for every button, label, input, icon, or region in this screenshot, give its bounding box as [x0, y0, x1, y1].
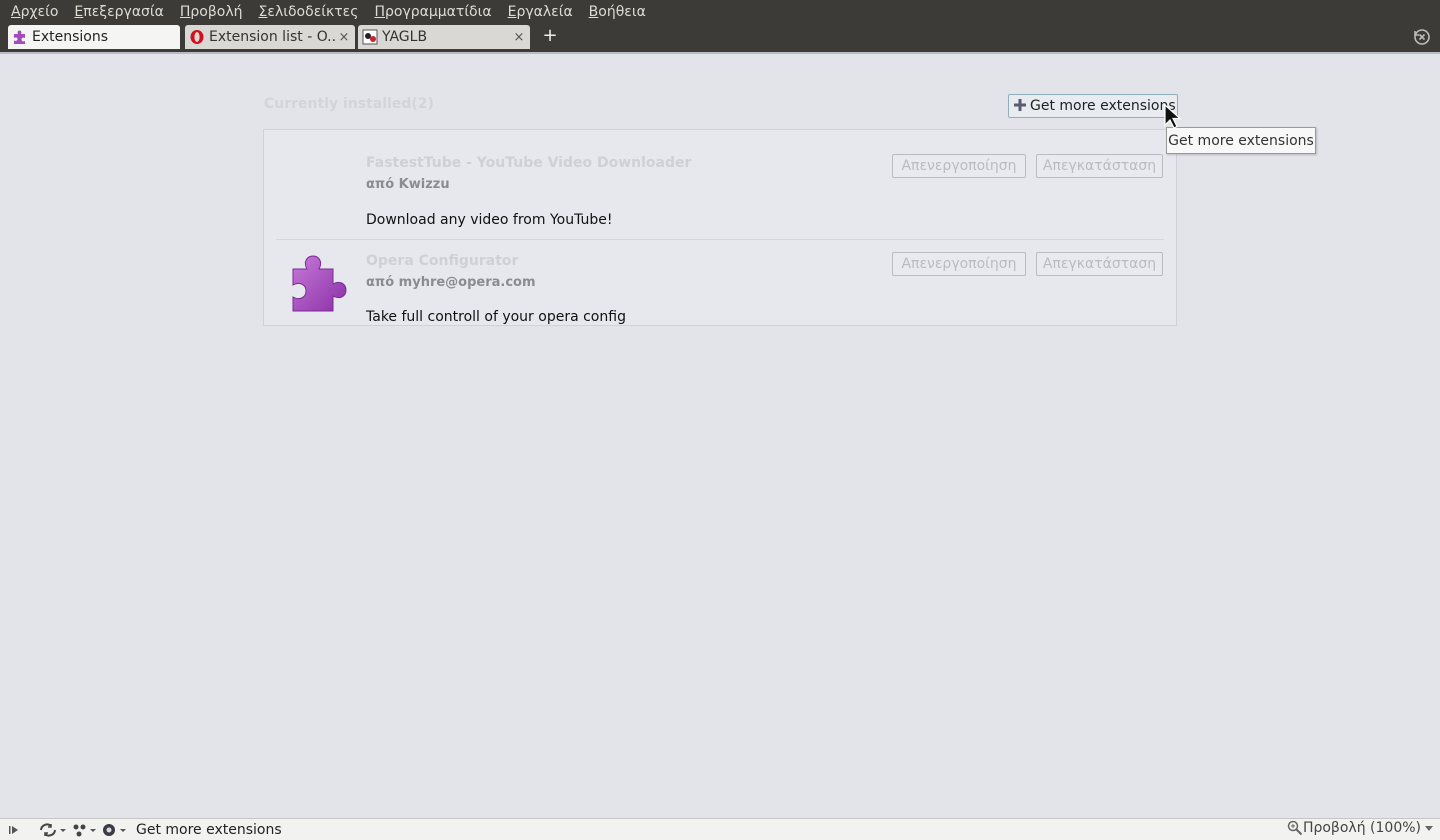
chevron-down-icon: [1425, 826, 1433, 831]
opera-icon: [189, 29, 205, 45]
menu-help-accel: Β: [588, 4, 599, 20]
extension-name: Opera Configurator: [366, 253, 519, 269]
uninstall-button[interactable]: Απεγκατάσταση: [1036, 252, 1163, 276]
extension-author[interactable]: από Kwizzu: [366, 177, 450, 192]
get-more-extensions-label: Get more extensions: [1030, 98, 1176, 114]
menu-view-label: ροβολή: [190, 4, 243, 20]
extension-description: Download any video from YouTube!: [366, 212, 613, 228]
menu-help[interactable]: Βοήθεια: [581, 0, 654, 24]
zoom-icon: [1287, 820, 1303, 836]
extensions-list: FastestTube - YouTube Video Downloader α…: [263, 129, 1177, 326]
menu-bookmarks-label: ελιδοδείκτες: [267, 4, 359, 20]
yaglb-icon: [362, 29, 378, 45]
zoom-label: Προβολή (100%): [1302, 820, 1421, 836]
tab-extension-list[interactable]: Extension list - O... ×: [185, 25, 355, 49]
tooltip: Get more extensions: [1166, 127, 1316, 154]
status-bar: Get more extensions Προβολή (100%): [0, 818, 1440, 840]
plus-icon: [1014, 98, 1026, 114]
puzzle-icon: [290, 253, 352, 315]
menu-edit-accel: Ε: [74, 4, 84, 20]
zoom-control[interactable]: Προβολή (100%): [1287, 820, 1434, 836]
menu-widgets[interactable]: Προγραμματίδια: [366, 0, 499, 24]
menu-file-label: ρχείο: [20, 4, 59, 20]
disable-button[interactable]: Απενεργοποίηση: [892, 154, 1026, 178]
close-tab-icon[interactable]: ×: [337, 30, 351, 45]
new-tab-button[interactable]: +: [540, 26, 560, 46]
menu-view[interactable]: Προβολή: [172, 0, 251, 24]
menu-help-label: οήθεια: [598, 4, 646, 20]
tab-extensions[interactable]: Extensions: [8, 25, 180, 49]
extension-author[interactable]: από myhre@opera.com: [366, 275, 536, 290]
status-text: Get more extensions: [136, 821, 282, 838]
menu-view-accel: Π: [179, 4, 191, 20]
menu-widgets-accel: Π: [374, 4, 385, 20]
tab-title: YAGLB: [382, 29, 428, 45]
tab-yaglb[interactable]: YAGLB ×: [358, 25, 530, 49]
extension-item: FastestTube - YouTube Video Downloader α…: [276, 130, 1164, 240]
menu-widgets-label: ρογραμματίδια: [385, 4, 492, 20]
get-more-extensions-button[interactable]: Get more extensions: [1008, 94, 1178, 118]
extensions-page: Currently installed(2) Get more extensio…: [0, 54, 1440, 818]
panel-toggle-icon[interactable]: [0, 820, 28, 840]
tab-title: Extension list - O...: [209, 29, 337, 45]
disable-button[interactable]: Απενεργοποίηση: [892, 252, 1026, 276]
closed-tabs-icon[interactable]: [1412, 27, 1432, 47]
turbo-icon[interactable]: [100, 820, 130, 840]
tab-bar: Extensions Extension list - O... × YAGLB…: [0, 24, 1440, 52]
menu-edit-label: πεξεργασία: [83, 4, 164, 20]
menu-bar: Αρχείο Επεξεργασία Προβολή Σελιδοδείκτες…: [0, 0, 1440, 24]
menu-tools[interactable]: Εργαλεία: [500, 0, 581, 24]
menu-bookmarks[interactable]: Σελιδοδείκτες: [251, 0, 367, 24]
installed-heading: Currently installed(2): [264, 96, 434, 112]
uninstall-button[interactable]: Απεγκατάσταση: [1036, 154, 1163, 178]
sync-icon[interactable]: [36, 820, 70, 840]
extension-description: Take full controll of your opera config: [366, 309, 626, 325]
unite-icon[interactable]: [70, 820, 100, 840]
mouse-cursor-icon: [1164, 103, 1182, 130]
menu-file-accel: Α: [11, 4, 21, 20]
menu-file[interactable]: Αρχείο: [3, 0, 66, 24]
extension-item: Opera Configurator από myhre@opera.com T…: [276, 241, 1164, 326]
extension-name: FastestTube - YouTube Video Downloader: [366, 155, 692, 171]
close-tab-icon[interactable]: ×: [512, 30, 526, 45]
menu-tools-label: ργαλεία: [516, 4, 573, 20]
menu-edit[interactable]: Επεξεργασία: [66, 0, 171, 24]
tab-title: Extensions: [32, 29, 109, 45]
puzzle-icon: [12, 29, 28, 45]
